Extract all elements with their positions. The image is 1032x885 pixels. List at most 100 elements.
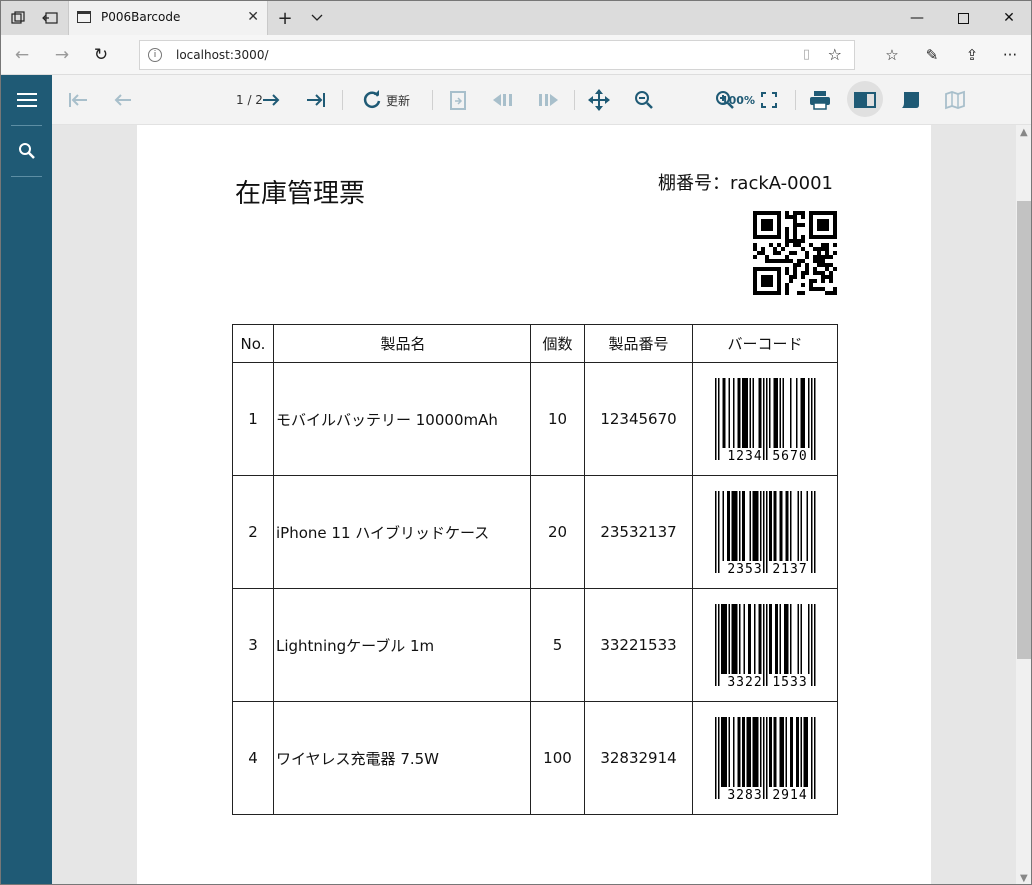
barcode-bar	[752, 717, 754, 787]
barcode-bar	[775, 717, 777, 787]
qr-module	[801, 271, 805, 275]
back-icon[interactable]: ←	[9, 43, 35, 67]
barcode-bar	[736, 604, 738, 674]
close-window-button[interactable]: ✕	[986, 1, 1031, 35]
qr-module	[765, 255, 769, 259]
more-menu-icon[interactable]: ···	[997, 43, 1023, 67]
qr-module	[817, 219, 821, 223]
qr-module	[797, 243, 801, 247]
table-row: 1 モバイルバッテリー 10000mAh 10 12345670 1234 567…	[232, 362, 838, 476]
barcode-bar	[737, 717, 739, 787]
fullscreen-icon[interactable]	[755, 86, 783, 114]
print-icon[interactable]	[806, 86, 834, 114]
share-icon[interactable]: ⇪	[959, 43, 985, 67]
scroll-up-icon[interactable]: ▲	[1020, 127, 1028, 138]
galley-view-icon[interactable]	[941, 86, 969, 114]
reading-view-icon[interactable]: ▯	[803, 47, 810, 62]
barcode-bar	[715, 717, 717, 799]
search-icon[interactable]	[1, 126, 52, 176]
row-barcode-cell: 1234 5670	[692, 362, 838, 476]
qr-module	[785, 211, 789, 215]
qr-module	[769, 283, 773, 287]
qr-module	[821, 259, 825, 263]
maximize-button[interactable]	[940, 1, 986, 35]
forward-icon[interactable]: →	[49, 43, 75, 67]
continuous-view-icon[interactable]	[896, 86, 924, 114]
qr-module	[821, 227, 825, 231]
barcode-bar	[770, 717, 772, 787]
qr-module	[805, 271, 809, 275]
qr-module	[793, 227, 797, 231]
qr-module	[805, 267, 809, 271]
qr-module	[793, 223, 797, 227]
scroll-down-icon[interactable]: ▼	[1020, 873, 1028, 884]
qr-module	[793, 211, 797, 215]
qr-module	[753, 267, 757, 271]
barcode-bar	[769, 604, 771, 674]
qr-module	[793, 271, 797, 275]
last-page-icon[interactable]	[302, 86, 330, 114]
site-info-icon[interactable]: i	[148, 48, 162, 62]
favorite-star-icon[interactable]: ☆	[828, 45, 842, 64]
browser-tab[interactable]: P006Barcode ✕	[68, 1, 268, 35]
back-to-parent-icon[interactable]	[489, 86, 517, 114]
zoom-out-icon[interactable]	[630, 86, 658, 114]
barcode-bar	[769, 378, 771, 448]
row-product-number: 33221533	[584, 588, 693, 702]
barcode-bar	[814, 604, 816, 686]
minimize-button[interactable]: —	[894, 1, 940, 35]
favorites-list-icon[interactable]: ☆	[879, 43, 905, 67]
pen-icon[interactable]: ✎	[919, 43, 945, 67]
url-text[interactable]: localhost:3000/	[176, 48, 269, 62]
new-tab-icon[interactable]: +	[274, 7, 296, 29]
export-icon[interactable]	[444, 86, 472, 114]
barcode-digits: 5670	[772, 449, 807, 464]
column-header-no: No.	[232, 324, 274, 363]
qr-module	[785, 259, 789, 263]
qr-module	[765, 219, 769, 223]
qr-module	[753, 255, 757, 259]
barcode-bar	[757, 717, 759, 787]
address-bar[interactable]: i localhost:3000/ ▯ ☆	[139, 40, 855, 70]
qr-module	[793, 251, 797, 255]
qr-module	[761, 275, 765, 279]
barcode-bar	[784, 604, 786, 674]
first-page-icon[interactable]	[64, 86, 92, 114]
tab-list-chevron-icon[interactable]	[306, 7, 328, 29]
qr-module	[769, 259, 773, 263]
zoom-in-icon[interactable]	[711, 86, 739, 114]
qr-module	[813, 271, 817, 275]
refresh-icon[interactable]: ↻	[88, 43, 114, 67]
refresh-report-button[interactable]: 更新	[356, 86, 416, 114]
qr-module	[809, 215, 813, 219]
qr-module	[765, 283, 769, 287]
barcode-bar	[754, 717, 756, 787]
qr-module	[825, 251, 829, 255]
vertical-scrollbar[interactable]: ▲ ▼	[1016, 125, 1031, 884]
qr-module	[785, 291, 789, 295]
table-row: 3 Lightningケーブル 1m 5 33221533 3322 1533	[232, 588, 838, 702]
single-page-view-icon[interactable]	[847, 81, 883, 117]
qr-module	[829, 279, 833, 283]
set-aside-tabs-icon[interactable]	[39, 7, 61, 29]
pan-move-icon[interactable]	[585, 86, 613, 114]
qr-module	[809, 235, 813, 239]
barcode-bar	[755, 491, 757, 561]
barcode-bar	[718, 717, 720, 799]
qr-module	[769, 291, 773, 295]
qr-module	[809, 223, 813, 227]
forward-to-child-icon[interactable]	[534, 86, 562, 114]
tab-close-icon[interactable]: ✕	[247, 9, 259, 25]
barcode-bar	[779, 378, 781, 448]
qr-module	[833, 211, 837, 215]
qr-module	[777, 243, 781, 247]
previous-page-icon[interactable]	[109, 86, 137, 114]
barcode-bar	[763, 717, 765, 799]
qr-module	[829, 291, 833, 295]
barcode-bar	[779, 717, 781, 787]
refresh-label: 更新	[385, 93, 410, 108]
next-page-icon[interactable]	[257, 86, 285, 114]
tab-manager-icon[interactable]	[7, 7, 29, 29]
scrollbar-thumb[interactable]	[1017, 201, 1031, 659]
hamburger-menu-icon[interactable]	[1, 75, 52, 125]
